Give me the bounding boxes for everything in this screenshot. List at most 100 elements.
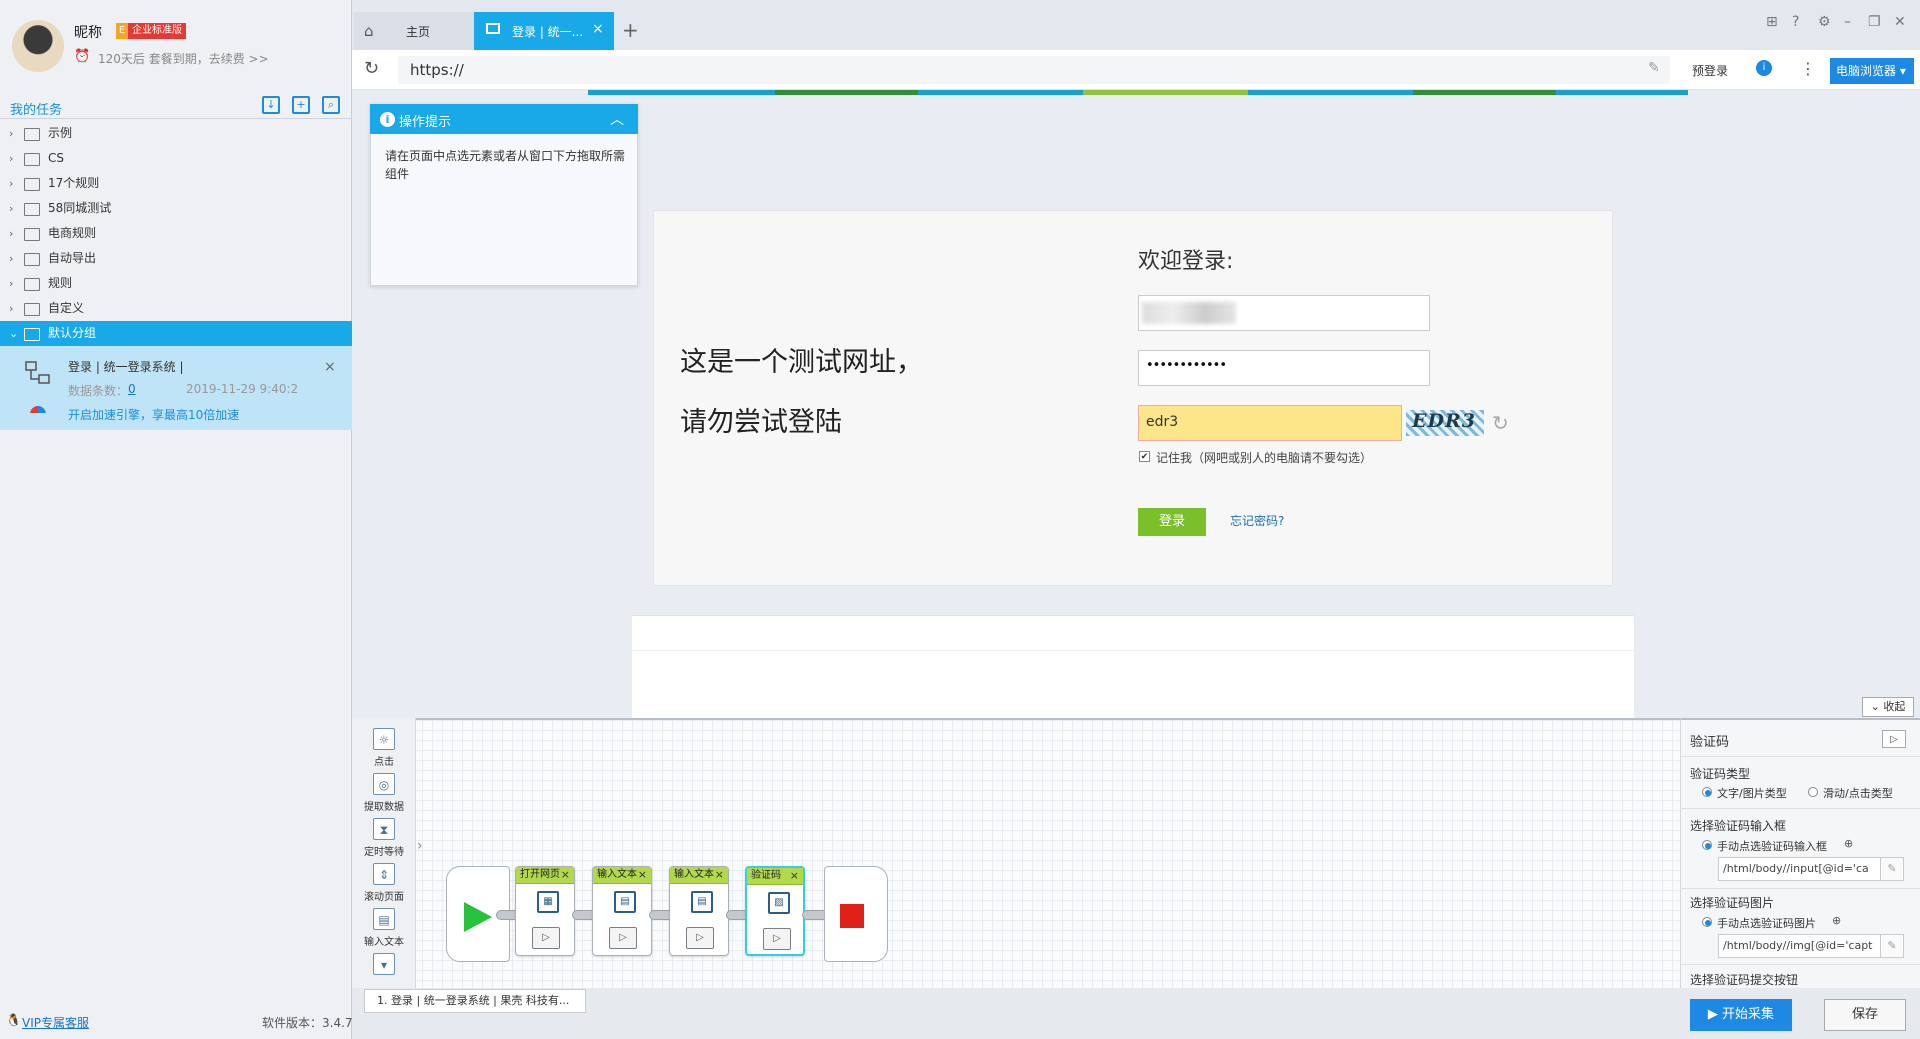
tree-item-cs[interactable]: › CS: [0, 146, 352, 171]
play-icon[interactable]: ▷: [532, 927, 560, 949]
search-task-icon[interactable]: ⌕: [322, 96, 340, 114]
software-version: 软件版本：3.4.7: [262, 1016, 353, 1030]
chevron-down-icon: ⌄: [9, 327, 19, 340]
gift-icon[interactable]: ⊞: [1766, 14, 1778, 30]
tab-close-icon[interactable]: ×: [592, 21, 604, 37]
close-icon[interactable]: ×: [715, 867, 724, 883]
node-open-page[interactable]: 打开网页 × ▦ ▷: [515, 866, 575, 956]
chevron-right-icon[interactable]: ›: [417, 838, 427, 868]
close-icon[interactable]: ×: [638, 867, 647, 883]
tree-item-ecommerce[interactable]: › 电商规则: [0, 221, 352, 246]
input-xpath-field[interactable]: /html/body//input[@id='ca: [1718, 857, 1904, 881]
tree-item-example[interactable]: › 示例: [0, 121, 352, 146]
target-icon[interactable]: ⊕: [1844, 837, 1853, 850]
textbox-icon: ▤: [691, 891, 713, 913]
add-tab-icon[interactable]: +: [622, 18, 639, 42]
edition-badge-icon: E: [116, 23, 128, 39]
webpage-icon: ▦: [537, 891, 559, 913]
more-components-icon[interactable]: ▾: [373, 953, 395, 975]
remember-checkbox[interactable]: ✔: [1139, 451, 1150, 462]
nickname: 昵称: [74, 25, 102, 41]
play-icon[interactable]: ▷: [686, 927, 714, 949]
node-input-text-1[interactable]: 输入文本 × ▤ ▷: [592, 866, 652, 956]
radio-text-image[interactable]: [1702, 787, 1712, 797]
vip-support-link[interactable]: VIP专属客服: [22, 1014, 89, 1031]
tree-item-custom[interactable]: › 自定义: [0, 296, 352, 321]
play-icon[interactable]: ▷: [609, 927, 637, 949]
minimize-icon[interactable]: –: [1844, 14, 1851, 30]
hourglass-icon[interactable]: ⧗: [373, 818, 395, 840]
chevron-down-icon: ⌄: [1870, 700, 1884, 713]
folder-icon: [24, 178, 40, 191]
play-icon[interactable]: ▷: [1882, 730, 1906, 748]
page-tab[interactable]: 1. 登录 | 统一登录系统 | 果壳 科技有...: [364, 989, 586, 1013]
gear-icon[interactable]: ⚙: [1818, 14, 1831, 30]
close-icon[interactable]: ×: [790, 868, 799, 884]
divider: [1680, 808, 1920, 809]
url-text[interactable]: https://: [410, 61, 464, 79]
palette-label: 输入文本: [364, 937, 404, 948]
start-collect-button[interactable]: ▶ 开始采集: [1690, 999, 1792, 1031]
pencil-icon[interactable]: ✎: [1880, 934, 1904, 958]
image-xpath-field[interactable]: /html/body//img[@id='capt: [1718, 934, 1904, 958]
node-captcha[interactable]: 验证码 × ▨ ▷: [745, 866, 805, 956]
target-icon[interactable]: ⊕: [1832, 914, 1841, 927]
play-icon[interactable]: ▷: [763, 928, 791, 950]
more-icon[interactable]: ⋮: [1800, 59, 1816, 78]
login-button[interactable]: 登录: [1138, 508, 1206, 536]
close-window-icon[interactable]: ✕: [1894, 14, 1906, 30]
save-button[interactable]: 保存: [1824, 999, 1906, 1031]
close-icon[interactable]: ×: [561, 867, 570, 883]
submit-select-label: 选择验证码提交按钮: [1690, 973, 1799, 987]
captcha-type-label: 验证码类型: [1690, 767, 1751, 781]
chevron-right-icon: ›: [9, 177, 14, 190]
tree-item-rules[interactable]: › 规则: [0, 271, 352, 296]
palette-label: 定时等待: [364, 847, 404, 858]
blurred-username: [1142, 302, 1236, 324]
content-panel: [632, 615, 1634, 718]
tip-text: 请在页面中点选元素或者从窗口下方拖取所需组件: [385, 149, 626, 181]
import-task-icon[interactable]: ↓: [262, 96, 280, 114]
task-name[interactable]: 登录 | 统一登录系统 |: [68, 358, 184, 375]
folder-icon: [24, 253, 40, 266]
collapse-button[interactable]: ⌄ 收起: [1862, 697, 1914, 717]
tree-item-58-test[interactable]: › 58同城测试: [0, 196, 352, 221]
extract-icon[interactable]: ◎: [373, 773, 395, 795]
tree-item-default-group[interactable]: ⌄ 默认分组: [0, 321, 352, 346]
radio-manual-image[interactable]: [1702, 917, 1712, 927]
pencil-icon[interactable]: ✎: [1880, 857, 1904, 881]
speed-engine-link[interactable]: 开启加速引擎，享最高10倍加速: [68, 406, 239, 423]
node-input-text-2[interactable]: 输入文本 × ▤ ▷: [669, 866, 729, 956]
info-icon: i: [380, 112, 395, 127]
speedometer-icon: [30, 406, 46, 420]
radio-slide-click[interactable]: [1808, 787, 1818, 797]
avatar[interactable]: [12, 20, 64, 72]
refresh-captcha-icon[interactable]: ↻: [1492, 411, 1509, 435]
help-icon[interactable]: ?: [1792, 14, 1799, 30]
tree-item-auto-export[interactable]: › 自动导出: [0, 246, 352, 271]
task-count-link[interactable]: 0: [128, 382, 136, 396]
info-icon[interactable]: i: [1756, 60, 1772, 76]
textbox-icon[interactable]: ▤: [373, 908, 395, 930]
scroll-icon[interactable]: ⇕: [373, 863, 395, 885]
radio-manual-input[interactable]: [1702, 840, 1712, 850]
click-icon[interactable]: ☼: [373, 728, 395, 750]
url-input[interactable]: [398, 56, 1670, 84]
reload-icon[interactable]: ↻: [364, 58, 379, 79]
forgot-password-link[interactable]: 忘记密码?: [1230, 512, 1284, 529]
pencil-icon[interactable]: ✎: [1648, 60, 1660, 76]
radio-manual-input-label: 手动点选验证码输入框: [1717, 840, 1827, 853]
expire-renew-link[interactable]: 120天后 套餐到期，去续费 >>: [98, 50, 269, 67]
captcha-image-text: EDR3: [1412, 410, 1476, 432]
divider: [1680, 888, 1920, 889]
tree-item-17-rules[interactable]: › 17个规则: [0, 171, 352, 196]
radio-text-image-label: 文字/图片类型: [1717, 787, 1787, 800]
props-title: 验证码: [1690, 735, 1730, 750]
new-task-icon[interactable]: +: [292, 96, 310, 114]
task-date: 2019-11-29 9:40:2: [186, 382, 299, 396]
restore-icon[interactable]: ❐: [1868, 14, 1881, 30]
chevron-up-icon[interactable]: ︿: [610, 109, 624, 129]
prelogin-button[interactable]: 预登录: [1692, 62, 1728, 79]
browser-mode-dropdown[interactable]: 电脑浏览器 ▾: [1830, 58, 1914, 84]
close-icon[interactable]: ×: [324, 359, 336, 375]
